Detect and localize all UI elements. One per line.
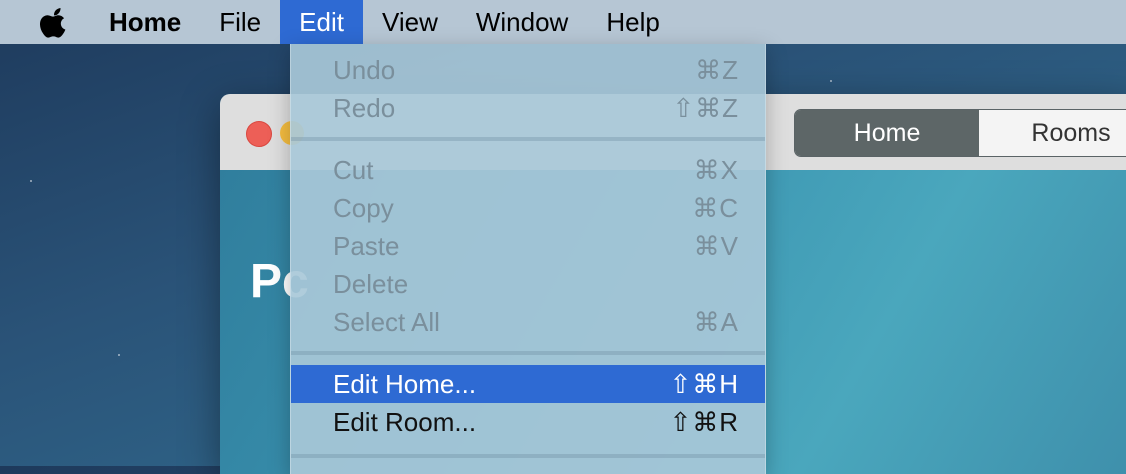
- menu-item-redo[interactable]: Redo ⇧⌘Z: [291, 89, 765, 127]
- menu-item-shortcut: ⇧⌘H: [669, 368, 739, 399]
- menu-item-label: Paste: [333, 230, 400, 261]
- menu-item-paste[interactable]: Paste ⌘V: [291, 227, 765, 265]
- menu-item-label: Select All: [333, 306, 440, 337]
- menu-bar: Home File Edit View Window Help: [0, 0, 1126, 44]
- menu-item-edit-room[interactable]: Edit Room... ⇧⌘R: [291, 403, 765, 441]
- menu-item-shortcut: ⌘A: [693, 306, 739, 337]
- menu-item-label: Redo: [333, 92, 396, 123]
- menu-item-shortcut: ⌘X: [693, 154, 739, 185]
- tab-home[interactable]: Home: [795, 110, 979, 156]
- menu-view[interactable]: View: [363, 0, 457, 44]
- menu-help[interactable]: Help: [587, 0, 678, 44]
- menu-item-label: Undo: [333, 54, 396, 85]
- menu-separator: [291, 351, 765, 355]
- desktop-star: [30, 180, 32, 182]
- menu-item-undo[interactable]: Undo ⌘Z: [291, 51, 765, 89]
- tab-rooms[interactable]: Rooms: [979, 110, 1126, 156]
- menu-item-label: Edit Room...: [333, 406, 477, 437]
- menu-edit[interactable]: Edit: [280, 0, 363, 44]
- close-window-button[interactable]: [246, 121, 272, 147]
- menu-item-label: Delete: [333, 268, 409, 299]
- menu-item-shortcut: ⇧⌘R: [669, 406, 739, 437]
- menu-item-edit-home[interactable]: Edit Home... ⇧⌘H: [291, 365, 765, 403]
- menu-item-shortcut: ⌘C: [692, 192, 739, 223]
- menu-item-cut[interactable]: Cut ⌘X: [291, 151, 765, 189]
- menu-file[interactable]: File: [200, 0, 280, 44]
- menu-item-label: Edit Home...: [333, 368, 477, 399]
- menu-item-delete[interactable]: Delete: [291, 265, 765, 303]
- apple-menu-icon[interactable]: [40, 6, 84, 38]
- desktop-star: [830, 80, 832, 82]
- menu-item-select-all[interactable]: Select All ⌘A: [291, 303, 765, 341]
- menu-item-label: Cut: [333, 154, 374, 185]
- menu-item-label: Copy: [333, 192, 394, 223]
- menu-item-shortcut: ⌘V: [693, 230, 739, 261]
- menu-window[interactable]: Window: [457, 0, 587, 44]
- menu-separator: [291, 454, 765, 458]
- view-switcher: Home Rooms: [794, 109, 1126, 157]
- menu-app-home[interactable]: Home: [90, 0, 200, 44]
- edit-menu-dropdown: Undo ⌘Z Redo ⇧⌘Z Cut ⌘X Copy ⌘C Paste ⌘V…: [290, 44, 766, 474]
- desktop-star: [118, 354, 120, 356]
- menu-item-shortcut: ⇧⌘Z: [672, 92, 739, 123]
- menu-item-shortcut: ⌘Z: [695, 54, 739, 85]
- menu-item-copy[interactable]: Copy ⌘C: [291, 189, 765, 227]
- menu-separator: [291, 137, 765, 141]
